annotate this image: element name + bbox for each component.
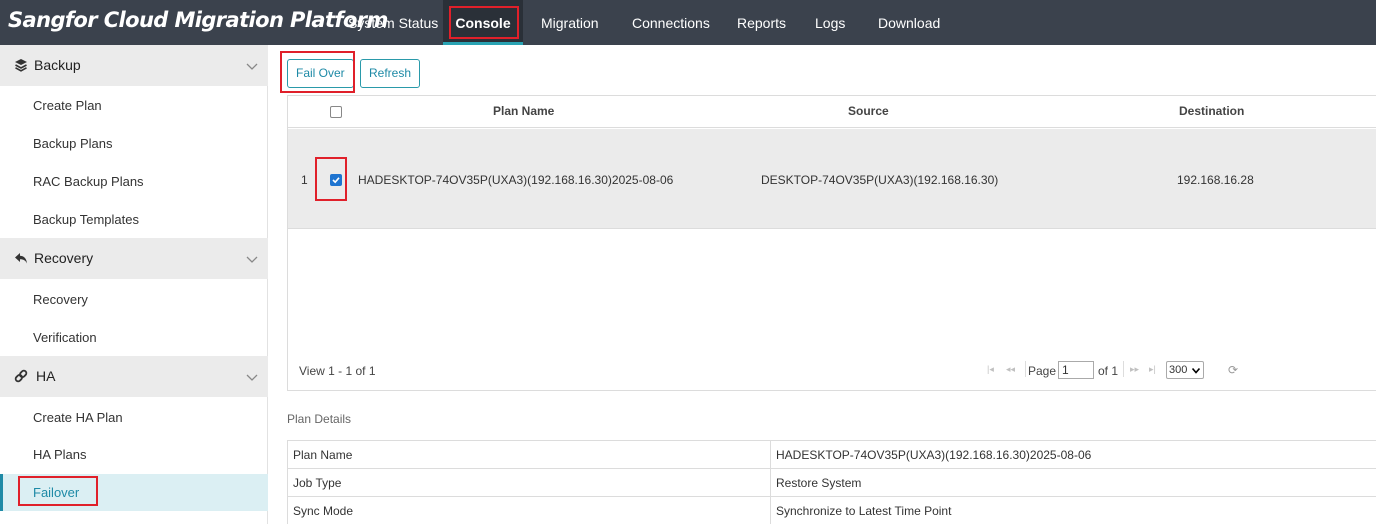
sidebar-item-create-plan[interactable]: Create Plan: [0, 87, 268, 124]
nav-tab-download[interactable]: Download: [878, 0, 940, 45]
sidebar-section-backup[interactable]: Backup: [0, 45, 268, 86]
sidebar-section-recovery[interactable]: Recovery: [0, 238, 268, 279]
select-all-checkbox[interactable]: [330, 106, 342, 118]
chevron-down-icon: [246, 252, 258, 263]
cell-destination: 192.168.16.28: [1177, 173, 1254, 187]
sidebar-item-backup-templates[interactable]: Backup Templates: [0, 201, 268, 238]
table-row[interactable]: 1 HADESKTOP-74OV35P(UXA3)(192.168.16.30)…: [288, 129, 1376, 229]
details-row: Sync Mode Synchronize to Latest Time Poi…: [287, 496, 1376, 524]
details-row: Plan Name HADESKTOP-74OV35P(UXA3)(192.16…: [287, 440, 1376, 469]
last-page-icon[interactable]: ▸|: [1149, 364, 1156, 375]
sidebar: Backup Create Plan Backup Plans RAC Back…: [0, 45, 268, 524]
page-size-select[interactable]: 300: [1166, 361, 1204, 379]
sidebar-section-label: Backup: [34, 57, 81, 73]
first-page-icon[interactable]: |◂: [987, 364, 994, 375]
pager-divider: [1123, 361, 1124, 377]
nav-tab-migration[interactable]: Migration: [541, 0, 599, 45]
cell-plan-name: HADESKTOP-74OV35P(UXA3)(192.168.16.30)20…: [358, 173, 674, 187]
nav-tab-console[interactable]: Console: [443, 0, 523, 45]
details-key: Sync Mode: [287, 496, 771, 524]
details-value: HADESKTOP-74OV35P(UXA3)(192.168.16.30)20…: [770, 440, 1376, 469]
plan-details-table: Plan Name HADESKTOP-74OV35P(UXA3)(192.16…: [287, 440, 1376, 524]
sidebar-item-backup-plans[interactable]: Backup Plans: [0, 125, 268, 162]
prev-page-icon[interactable]: ◂◂: [1006, 364, 1015, 375]
details-value: Restore System: [770, 468, 1376, 497]
column-header-destination[interactable]: Destination: [1179, 104, 1244, 118]
plan-details-title: Plan Details: [287, 412, 352, 426]
sidebar-item-verification[interactable]: Verification: [0, 319, 268, 356]
failover-plans-grid: Plan Name Source Destination 1 HADESKTOP…: [287, 95, 1376, 391]
app-logo: Sangfor Cloud Migration Platform: [8, 8, 388, 32]
details-key: Plan Name: [287, 440, 771, 469]
refresh-button[interactable]: Refresh: [360, 59, 421, 88]
sidebar-item-recovery[interactable]: Recovery: [0, 281, 268, 318]
details-value: Synchronize to Latest Time Point: [770, 496, 1376, 524]
details-row: Job Type Restore System: [287, 468, 1376, 497]
details-key: Job Type: [287, 468, 771, 497]
cell-source: DESKTOP-74OV35P(UXA3)(192.168.16.30): [761, 173, 999, 187]
sidebar-item-create-ha-plan[interactable]: Create HA Plan: [0, 399, 268, 436]
page-number-input[interactable]: [1058, 361, 1094, 379]
top-navbar: Sangfor Cloud Migration Platform System …: [0, 0, 1376, 45]
layers-icon: [14, 58, 28, 72]
chevron-down-icon: [246, 370, 258, 381]
sidebar-section-ha[interactable]: HA: [0, 356, 268, 397]
pager-of-text: of 1: [1098, 364, 1119, 378]
row-checkbox[interactable]: [330, 174, 342, 186]
pager-page-label: Page: [1028, 364, 1057, 378]
chevron-down-icon: [1192, 368, 1200, 374]
undo-icon: [14, 251, 28, 265]
next-page-icon[interactable]: ▸▸: [1130, 364, 1139, 375]
chevron-down-icon: [246, 59, 258, 70]
grid-header: Plan Name Source Destination: [288, 96, 1376, 128]
sidebar-section-label: HA: [36, 368, 56, 384]
fail-over-button[interactable]: Fail Over: [287, 59, 354, 88]
sidebar-item-failover[interactable]: Failover: [0, 474, 268, 511]
pager-view-text: View 1 - 1 of 1: [299, 364, 376, 378]
nav-tab-system-status[interactable]: System Status: [348, 0, 438, 45]
sidebar-item-ha-plans[interactable]: HA Plans: [0, 436, 268, 473]
nav-tab-reports[interactable]: Reports: [737, 0, 786, 45]
link-icon: [14, 369, 28, 383]
column-header-plan-name[interactable]: Plan Name: [493, 104, 554, 118]
page-size-value: 300: [1169, 364, 1188, 376]
pager-divider: [1025, 361, 1026, 377]
nav-tab-connections[interactable]: Connections: [632, 0, 710, 45]
grid-pager: View 1 - 1 of 1 |◂ ◂◂ Page of 1 ▸▸ ▸| 30…: [288, 358, 1376, 388]
sidebar-item-rac-backup-plans[interactable]: RAC Backup Plans: [0, 163, 268, 200]
column-header-source[interactable]: Source: [848, 104, 889, 118]
row-index: 1: [301, 173, 308, 187]
refresh-grid-icon[interactable]: ⟳: [1228, 363, 1238, 377]
sidebar-section-label: Recovery: [34, 250, 94, 266]
nav-tab-logs[interactable]: Logs: [815, 0, 845, 45]
